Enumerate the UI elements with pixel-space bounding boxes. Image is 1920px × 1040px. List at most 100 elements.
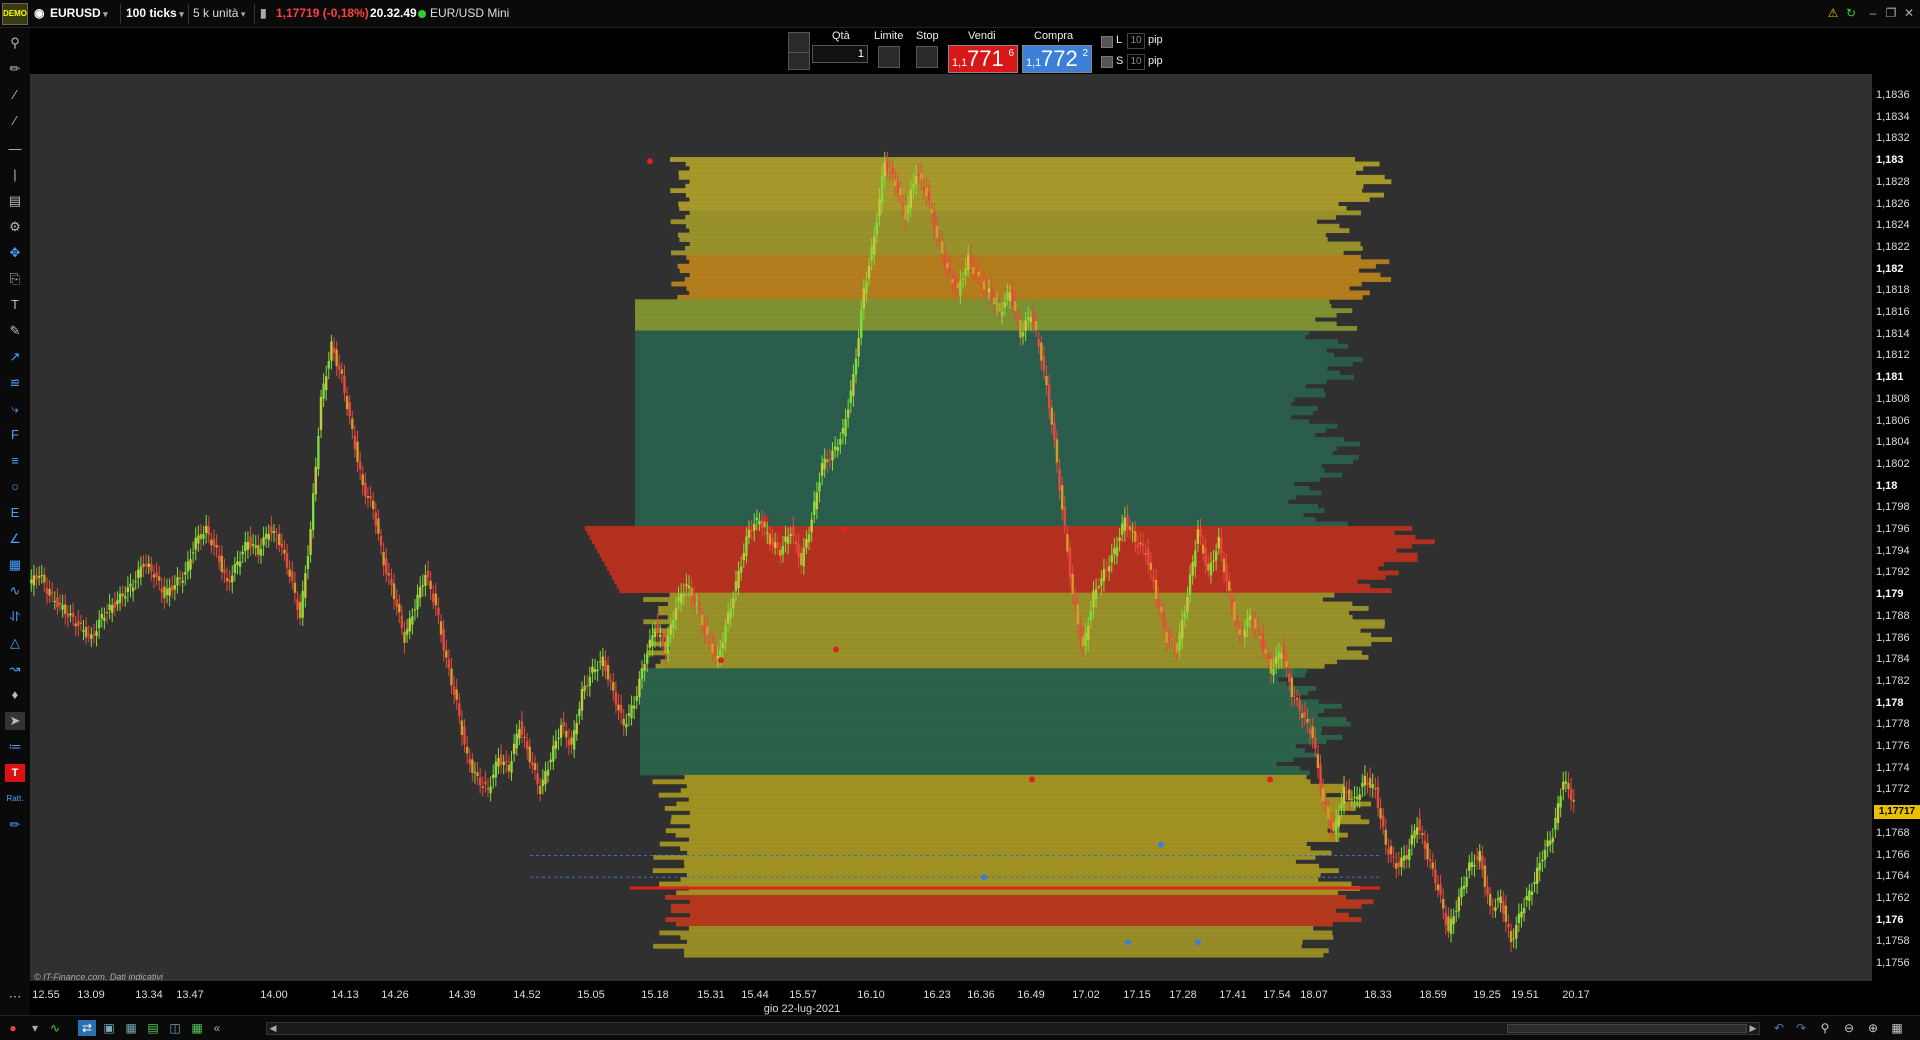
candle-body [1139, 542, 1142, 545]
more-icon[interactable]: ⋯ [5, 988, 25, 1006]
fibonacci-circles-icon[interactable]: ○ [5, 478, 25, 496]
scroll-left-icon[interactable]: ◀ [267, 1023, 279, 1034]
layout-icon[interactable]: ◫ [166, 1020, 184, 1036]
zoom-in-icon[interactable]: ⊕ [1864, 1020, 1882, 1036]
horizontal-line-icon[interactable]: — [5, 140, 25, 158]
candle-body [640, 668, 644, 679]
candle-body [231, 575, 234, 583]
refresh-icon[interactable]: ↻ [1844, 6, 1858, 20]
dropdown-icon[interactable]: ▾ [26, 1020, 44, 1036]
restore-icon[interactable]: ❐ [1884, 6, 1898, 20]
units-selector[interactable]: 5 k unità [193, 6, 245, 20]
text-tool-icon[interactable]: T [5, 296, 25, 314]
indicator-icon[interactable]: ∿ [46, 1020, 64, 1036]
long-pip-input[interactable]: 10 [1127, 33, 1145, 49]
volume-profile-row [689, 810, 1340, 816]
candle-body [1358, 794, 1361, 801]
vertical-line-icon[interactable]: | [5, 166, 25, 184]
cursor-icon[interactable]: ➤ [5, 712, 25, 730]
candle-body [606, 665, 610, 680]
candle-body [186, 561, 190, 572]
line-icon[interactable]: ∕ [5, 112, 25, 130]
segment-icon[interactable]: ∕ [5, 86, 25, 104]
limit-order-button[interactable] [878, 46, 900, 68]
zoom-out-icon[interactable]: ⊖ [1840, 1020, 1858, 1036]
collapse-icon[interactable]: « [208, 1020, 226, 1036]
pencil-icon[interactable]: ✏ [5, 816, 25, 834]
candle-body [1525, 896, 1528, 901]
table-icon[interactable]: ▦ [122, 1020, 140, 1036]
gann-fan-icon[interactable]: ∠ [5, 530, 25, 548]
candle-body [1212, 560, 1215, 562]
short-pip-input[interactable]: 10 [1127, 54, 1145, 70]
qty-input[interactable]: 1 [812, 45, 868, 63]
red-text-icon[interactable]: T [5, 764, 25, 782]
wave-icon[interactable]: ∿ [5, 582, 25, 600]
swing-marker [1029, 776, 1035, 783]
fibonacci-extension-icon[interactable]: E [5, 504, 25, 522]
book-icon[interactable]: ▤ [144, 1020, 162, 1036]
move-icon[interactable]: ✥ [5, 244, 25, 262]
redo-icon[interactable]: ↷ [1792, 1020, 1810, 1036]
copy-icon[interactable]: ⎘ [5, 270, 25, 288]
warning-icon[interactable]: ⚠ [1826, 6, 1840, 20]
scroll-right-icon[interactable]: ▶ [1747, 1023, 1759, 1034]
scroll-thumb[interactable] [1507, 1024, 1747, 1033]
trendline-icon[interactable]: ↗ [5, 348, 25, 366]
volume-profile-row [665, 917, 1362, 922]
fibonacci-fan-icon[interactable]: F [5, 426, 25, 444]
undo-icon[interactable]: ↶ [1770, 1020, 1788, 1036]
candle-body [1402, 855, 1406, 861]
candle-body [559, 725, 563, 738]
alert-bell-icon[interactable]: ♦ [5, 686, 25, 704]
minimize-icon[interactable]: – [1866, 6, 1880, 20]
candle-body [1238, 629, 1241, 636]
candle-body [113, 602, 117, 608]
zoom-fit-icon[interactable]: ⚲ [1816, 1020, 1834, 1036]
buy-button[interactable]: 1,1 772 2 [1022, 45, 1092, 73]
candle-body [1003, 302, 1006, 308]
long-checkbox[interactable] [1101, 36, 1113, 48]
ratio-icon[interactable]: Ratt. [5, 790, 25, 808]
pen-icon[interactable]: ✎ [5, 322, 25, 340]
price-axis[interactable]: 1,1836 1,1834 1,1832 1,183 1,1828 1,1826 1,182… [1872, 74, 1920, 981]
candle-body [1538, 862, 1541, 871]
zigzag-icon[interactable]: ⥯ [5, 608, 25, 626]
trash-icon[interactable]: ▤ [5, 192, 25, 210]
horizontal-scrollbar[interactable]: ◀ ▶ [266, 1022, 1760, 1035]
grid-toggle-icon[interactable]: ▦ [1888, 1020, 1906, 1036]
pitchfork-icon[interactable]: ⤷ [5, 400, 25, 418]
short-checkbox[interactable] [1101, 56, 1113, 68]
candle-body [351, 418, 354, 430]
tools-icon[interactable] [788, 32, 810, 54]
close-icon[interactable]: ✕ [1902, 6, 1916, 20]
info-icon[interactable]: ▮ [260, 6, 267, 20]
fibonacci-retracement-icon[interactable]: ≡ [5, 452, 25, 470]
channel-icon[interactable]: ≌ [5, 374, 25, 392]
ray-icon[interactable]: ↝ [5, 660, 25, 678]
parallel-lines-icon[interactable]: ≔ [5, 738, 25, 756]
keyboard-icon[interactable] [788, 52, 810, 70]
volume-profile-row [687, 850, 1332, 856]
symbol-selector[interactable]: EURUSD [50, 6, 108, 20]
gann-grid-icon[interactable]: ▦ [5, 556, 25, 574]
settings-icon[interactable]: ⚙ [5, 218, 25, 236]
volume-profile-row [685, 183, 1364, 189]
volume-profile-row [635, 486, 1310, 491]
share-icon[interactable]: ⇄ [78, 1020, 96, 1036]
screener-icon[interactable]: ▦ [188, 1020, 206, 1036]
window-icon[interactable]: ▣ [100, 1020, 118, 1036]
candle-body [1277, 652, 1280, 659]
elliott-icon[interactable]: △ [5, 634, 25, 652]
sell-button[interactable]: 1,1 771 6 [948, 45, 1018, 73]
time-axis[interactable]: gio 22-lug-2021 12.55 13.09 13.34 13.47 14.0… [30, 981, 1872, 1015]
ticks-selector[interactable]: 100 ticks [126, 6, 184, 20]
candle-body [1102, 569, 1106, 582]
ruler-icon[interactable]: ✏ [5, 60, 25, 78]
stop-order-button[interactable] [916, 46, 938, 68]
chart-type-icon[interactable]: ● [4, 1020, 22, 1036]
candlestick-chart[interactable] [30, 74, 1872, 981]
time-tick: 15.18 [641, 989, 669, 1001]
price-tick: 1,1814 [1876, 327, 1910, 340]
zoom-icon[interactable]: ⚲ [5, 34, 25, 52]
